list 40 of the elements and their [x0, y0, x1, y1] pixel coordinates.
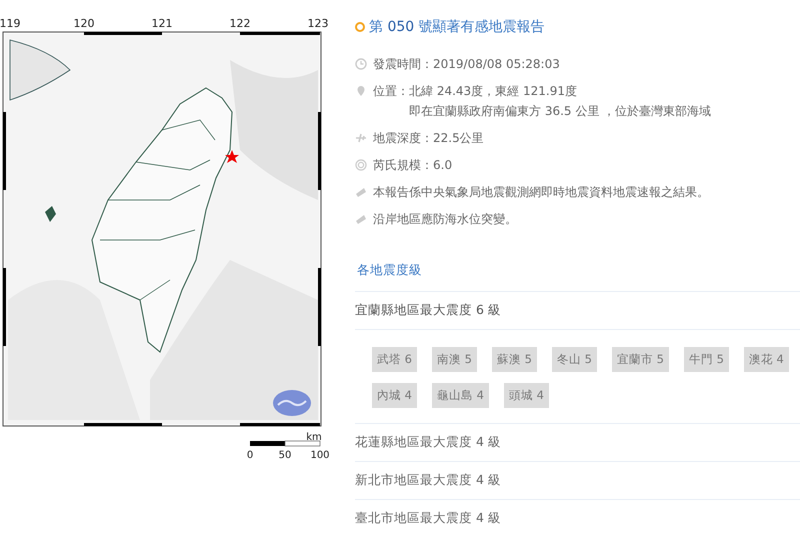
region-row[interactable]: 花蓮縣地區最大震度 4 級 [355, 424, 800, 462]
section-heading: 各地震度級 [355, 262, 800, 292]
detail-text: 位置：北緯 24.43度，東經 121.91度 [373, 83, 578, 100]
scale-unit: km [306, 432, 322, 443]
longitude-label: 123 [308, 17, 328, 30]
station-tag: 牛門 5 [684, 347, 729, 372]
detail-text: 沿岸地區應防海水位突變。 [373, 211, 517, 228]
megaphone-icon [355, 213, 367, 225]
station-tag: 澳花 4 [744, 347, 789, 372]
longitude-label: 122 [230, 17, 250, 30]
scale-label: 0 [246, 450, 254, 461]
plane-icon [355, 132, 367, 144]
station-tag: 冬山 5 [552, 347, 597, 372]
region-row[interactable]: 宜蘭縣地區最大震度 6 級 [355, 292, 800, 330]
detail-text: 芮氏規模：6.0 [373, 157, 452, 174]
station-tag: 內城 4 [372, 383, 417, 408]
station-tag: 蘇澳 5 [492, 347, 537, 372]
station-tag: 宜蘭市 5 [612, 347, 669, 372]
signal-icon [355, 159, 367, 171]
longitude-label: 119 [0, 17, 20, 30]
scale-bar [250, 440, 320, 446]
detail-subtext: 即在宜蘭縣政府南偏東方 36.5 公里 ，位於臺灣東部海域 [408, 103, 712, 120]
longitude-label: 121 [152, 17, 172, 30]
ring-icon [355, 22, 365, 32]
station-tag: 龜山島 4 [432, 383, 489, 408]
region-row[interactable]: 臺北市地區最大震度 4 級 [355, 500, 800, 533]
longitude-label: 120 [74, 17, 94, 30]
report-title: 第 050 號顯著有感地震報告 [369, 18, 545, 36]
detail-text: 本報告係中央氣象局地震觀測網即時地震資料地震速報之結果。 [373, 184, 709, 201]
detail-text: 地震深度：22.5公里 [373, 130, 484, 147]
station-tag: 頭城 4 [504, 383, 549, 408]
scale-label: 50 [278, 450, 292, 461]
region-row[interactable]: 新北市地區最大震度 4 級 [355, 462, 800, 500]
pin-icon [355, 85, 367, 97]
detail-text: 發震時間：2019/08/08 05:28:03 [373, 56, 560, 73]
clock-icon [355, 58, 367, 70]
station-tag: 武塔 6 [372, 347, 417, 372]
scale-label: 100 [310, 450, 330, 461]
station-tag: 南澳 5 [432, 347, 477, 372]
megaphone-icon [355, 186, 367, 198]
